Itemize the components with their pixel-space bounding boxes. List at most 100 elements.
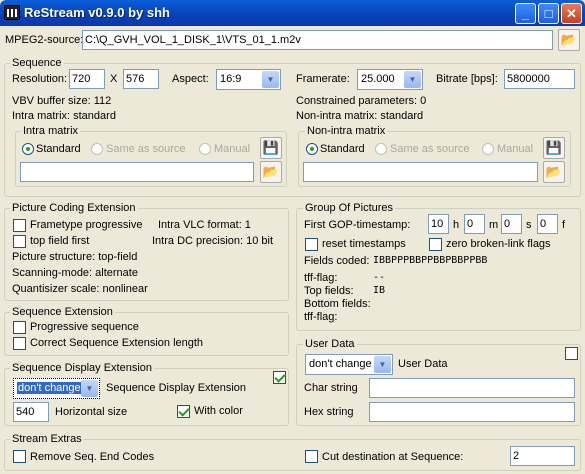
resolution-label: Resolution: xyxy=(12,73,68,85)
user-data-enable-checkbox[interactable] xyxy=(565,347,578,360)
window-title: ReStream v0.9.0 by shh xyxy=(24,5,170,20)
title-bar[interactable]: ReStream v0.9.0 by shh _ □ ✕ xyxy=(0,0,585,26)
scanning-mode-text: Scanning-mode: alternate xyxy=(12,267,138,279)
char-string-input[interactable] xyxy=(369,378,575,398)
nonintra-open-button[interactable]: 📂 xyxy=(543,161,565,183)
remove-seq-end-checkbox[interactable] xyxy=(13,450,26,463)
intra-matrix-title: Intra matrix xyxy=(21,125,81,137)
frametype-progressive-checkbox[interactable] xyxy=(13,219,26,232)
minimize-button[interactable]: _ xyxy=(515,3,536,24)
intra-vlc-text: Intra VLC format: 1 xyxy=(158,219,251,231)
hex-string-label: Hex string xyxy=(304,406,354,418)
intra-matrix-text: Intra matrix: standard xyxy=(12,110,116,122)
sequence-group-title: Sequence xyxy=(10,57,64,69)
nonintra-matrix-path-input[interactable] xyxy=(303,162,538,182)
intra-same-radio[interactable] xyxy=(91,143,103,155)
gop-minutes-input[interactable]: 0 xyxy=(464,214,485,234)
top-field-first-label: top field first xyxy=(30,235,90,247)
quantizer-scale-text: Quantisizer scale: nonlinear xyxy=(12,283,148,295)
picture-structure-text: Picture structure: top-field xyxy=(12,251,138,263)
sequence-extension-title: Sequence Extension xyxy=(10,306,115,318)
nonintra-manual-radio[interactable] xyxy=(482,143,494,155)
chevron-down-icon: ▼ xyxy=(404,71,421,88)
chevron-down-icon: ▼ xyxy=(81,380,98,397)
intra-manual-radio[interactable] xyxy=(199,143,211,155)
horizontal-size-label: Horizontal size xyxy=(55,406,128,418)
user-data-mode-value: don't change xyxy=(309,358,372,370)
intra-standard-label: Standard xyxy=(36,143,81,155)
open-source-button[interactable]: 📂 xyxy=(558,29,580,51)
nonintra-save-button[interactable]: 💾 xyxy=(543,137,565,159)
save-icon: 💾 xyxy=(262,140,280,155)
aspect-value: 16:9 xyxy=(220,73,242,85)
mpeg2-source-label: MPEG2-source: xyxy=(5,34,84,46)
sequence-display-enable-checkbox[interactable] xyxy=(273,371,286,384)
correct-seq-ext-label: Correct Sequence Extension length xyxy=(30,337,204,349)
top-fields-value: IB xyxy=(373,285,386,296)
tff-flag-label: tff-flag: xyxy=(304,272,338,284)
intra-standard-radio[interactable] xyxy=(22,143,34,155)
intra-open-button[interactable]: 📂 xyxy=(260,161,282,183)
with-color-checkbox[interactable] xyxy=(177,405,190,418)
vbv-buffer-text: VBV buffer size: 112 xyxy=(12,95,112,107)
bitrate-input[interactable]: 5800000 xyxy=(504,69,575,89)
folder-open-icon: 📂 xyxy=(545,164,563,179)
nonintra-matrix-title: Non-intra matrix xyxy=(305,125,388,137)
hex-string-input[interactable] xyxy=(369,402,575,422)
cut-destination-checkbox[interactable] xyxy=(305,450,318,463)
mpeg2-source-input[interactable]: C:\Q_GVH_VOL_1_DISK_1\VTS_01_1.m2v xyxy=(82,30,553,50)
gop-seconds-input[interactable]: 0 xyxy=(501,214,522,234)
resolution-x-label: X xyxy=(110,73,118,85)
cut-destination-label: Cut destination at Sequence: xyxy=(322,451,464,463)
maximize-button[interactable]: □ xyxy=(538,3,559,24)
resolution-width-input[interactable]: 720 xyxy=(69,69,105,89)
resolution-height-input[interactable]: 576 xyxy=(123,69,159,89)
nonintra-same-radio[interactable] xyxy=(375,143,387,155)
sequence-display-title: Sequence Display Extension xyxy=(10,362,155,374)
nonintra-standard-radio[interactable] xyxy=(306,143,318,155)
save-icon: 💾 xyxy=(545,140,563,155)
gop-minutes-unit: m xyxy=(489,219,499,231)
intra-save-button[interactable]: 💾 xyxy=(260,137,282,159)
picture-coding-title: Picture Coding Extension xyxy=(10,202,138,214)
tff-flag-2-label: tff-flag: xyxy=(304,311,338,323)
sde-label: Sequence Display Extension xyxy=(106,382,247,394)
intra-matrix-path-input[interactable] xyxy=(20,162,254,182)
zero-broken-link-checkbox[interactable] xyxy=(429,238,442,251)
folder-open-icon: 📂 xyxy=(560,32,578,47)
gop-hours-input[interactable]: 10 xyxy=(428,214,449,234)
close-icon: ✕ xyxy=(566,6,577,21)
nonintra-manual-label: Manual xyxy=(497,143,534,155)
top-field-first-checkbox[interactable] xyxy=(13,235,26,248)
constrained-params-text: Constrained parameters: 0 xyxy=(296,95,427,107)
stream-extras-title: Stream Extras xyxy=(10,433,84,445)
maximize-icon: □ xyxy=(544,6,553,21)
gop-seconds-unit: s xyxy=(526,219,532,231)
aspect-label: Aspect: xyxy=(172,73,209,85)
nonintra-matrix-text: Non-intra matrix: standard xyxy=(296,110,424,122)
bitrate-label: Bitrate [bps]: xyxy=(436,73,498,85)
framerate-select[interactable]: 25.000 ▼ xyxy=(357,69,423,90)
first-gop-timestamp-label: First GOP-timestamp: xyxy=(304,219,411,231)
nonintra-same-label: Same as source xyxy=(390,143,470,155)
user-data-mode-select[interactable]: don't change ▼ xyxy=(305,354,393,375)
film-icon xyxy=(4,5,20,20)
progressive-sequence-checkbox[interactable] xyxy=(13,321,26,334)
gop-frames-input[interactable]: 0 xyxy=(537,214,558,234)
reset-timestamps-checkbox[interactable] xyxy=(305,238,318,251)
framerate-value: 25.000 xyxy=(361,73,395,85)
correct-seq-ext-checkbox[interactable] xyxy=(13,337,26,350)
aspect-select[interactable]: 16:9 ▼ xyxy=(216,69,281,90)
chevron-down-icon: ▼ xyxy=(374,356,391,373)
close-button[interactable]: ✕ xyxy=(561,3,582,24)
remove-seq-end-label: Remove Seq. End Codes xyxy=(30,451,155,463)
gop-frames-unit: f xyxy=(562,219,566,231)
char-string-label: Char string xyxy=(304,382,358,394)
cut-sequence-input[interactable]: 2 xyxy=(510,446,575,466)
fields-coded-value: IBBPPPBBPPBBPBBPPBB xyxy=(373,255,488,266)
fields-coded-label: Fields coded: xyxy=(304,255,370,267)
sde-mode-select[interactable]: don't change ▼ xyxy=(13,378,100,399)
horizontal-size-input[interactable]: 540 xyxy=(13,402,49,422)
intra-same-label: Same as source xyxy=(106,143,186,155)
tff-flag-value: -- xyxy=(373,272,386,283)
